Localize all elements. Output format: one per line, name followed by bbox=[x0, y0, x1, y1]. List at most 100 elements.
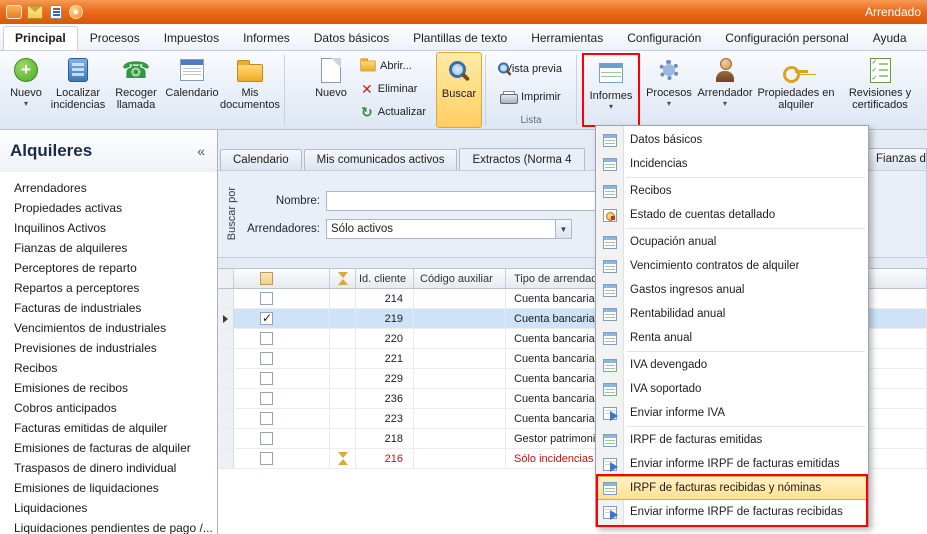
menu-item[interactable]: IRPF de facturas emitidas bbox=[596, 428, 868, 452]
combo-dropdown-button[interactable]: ▼ bbox=[555, 220, 571, 238]
menu-item[interactable]: Rentabilidad anual bbox=[596, 302, 868, 326]
ribbon-tab[interactable]: Principal bbox=[3, 26, 78, 50]
actualizar-button[interactable]: ↻ Actualizar bbox=[358, 103, 432, 121]
mis-documentos-button[interactable]: Mis documentos bbox=[219, 52, 281, 128]
ribbon-tab[interactable]: Plantillas de texto bbox=[401, 26, 519, 50]
menu-item[interactable]: Estado de cuentas detallado bbox=[596, 203, 868, 227]
sidebar-item[interactable]: Fianzas de alquileres bbox=[0, 238, 217, 258]
menu-item[interactable]: Ocupación anual bbox=[596, 230, 868, 254]
select-all-header[interactable] bbox=[234, 269, 330, 288]
localizar-incidencias-button[interactable]: Localizar incidencias bbox=[49, 52, 107, 128]
ribbon-tab[interactable]: Procesos bbox=[78, 26, 152, 50]
menu-item[interactable]: IVA devengado bbox=[596, 353, 868, 377]
sidebar-item[interactable]: Recibos bbox=[0, 358, 217, 378]
row-select-cell[interactable] bbox=[234, 389, 330, 408]
select-all-checkbox[interactable] bbox=[260, 272, 273, 285]
row-select-cell[interactable] bbox=[234, 329, 330, 348]
row-checkbox[interactable] bbox=[260, 412, 273, 425]
document-tab[interactable]: Mis comunicados activos bbox=[304, 149, 458, 170]
menu-item[interactable]: Enviar informe IVA bbox=[596, 401, 868, 425]
sidebar-item[interactable]: Liquidaciones pendientes de pago /... bbox=[0, 518, 217, 534]
sidebar-item[interactable]: Propiedades activas bbox=[0, 198, 217, 218]
row-select-cell[interactable] bbox=[234, 429, 330, 448]
sidebar-item[interactable]: Traspasos de dinero individual bbox=[0, 458, 217, 478]
sidebar-item[interactable]: Emisiones de recibos bbox=[0, 378, 217, 398]
row-checkbox[interactable] bbox=[260, 332, 273, 345]
sidebar-item[interactable]: Emisiones de liquidaciones bbox=[0, 478, 217, 498]
sidebar-item[interactable]: Previsiones de industriales bbox=[0, 338, 217, 358]
menu-item[interactable]: Gastos ingresos anual bbox=[596, 278, 868, 302]
mail-icon[interactable] bbox=[27, 5, 43, 19]
ribbon-tab[interactable]: Herramientas bbox=[519, 26, 615, 50]
menu-item[interactable]: Enviar informe IRPF de facturas recibida… bbox=[596, 500, 868, 524]
sidebar-item[interactable]: Emisiones de facturas de alquiler bbox=[0, 438, 217, 458]
menu-item[interactable]: Incidencias bbox=[596, 152, 868, 176]
menu-item[interactable]: Datos básicos bbox=[596, 128, 868, 152]
ribbon-tab[interactable]: Configuración personal bbox=[713, 26, 860, 50]
ribbon-tab[interactable]: Datos básicos bbox=[302, 26, 401, 50]
informes-button[interactable]: Informes ▾ bbox=[584, 55, 638, 125]
revisiones-certificados-button[interactable]: Revisiones y certificados bbox=[838, 52, 922, 128]
sidebar-item[interactable]: Facturas de industriales bbox=[0, 298, 217, 318]
collapse-chevron-icon[interactable]: « bbox=[197, 143, 205, 159]
sidebar-item[interactable]: Inquilinos Activos bbox=[0, 218, 217, 238]
nuevo-registro-button[interactable]: Nuevo bbox=[308, 52, 354, 128]
row-checkbox[interactable] bbox=[260, 372, 273, 385]
menu-item[interactable]: Recibos bbox=[596, 179, 868, 203]
propiedades-en-alquiler-button[interactable]: Propiedades en alquiler bbox=[754, 52, 838, 128]
menu-item[interactable]: Enviar informe IRPF de facturas emitidas bbox=[596, 452, 868, 476]
ribbon-tab[interactable]: Impuestos bbox=[152, 26, 231, 50]
menu-item[interactable]: IVA soportado bbox=[596, 377, 868, 401]
row-select-cell[interactable] bbox=[234, 309, 330, 328]
document-tab[interactable]: Fianzas de a bbox=[863, 148, 927, 169]
document-tab[interactable]: Extractos (Norma 4 bbox=[459, 148, 584, 170]
app-icon[interactable] bbox=[6, 5, 22, 19]
arrendadores-combobox[interactable]: Sólo activos ▼ bbox=[326, 219, 572, 239]
abrir-button[interactable]: Abrir... bbox=[358, 57, 432, 75]
id-cliente-header[interactable]: Id. cliente bbox=[356, 269, 414, 288]
eliminar-button[interactable]: ✕ Eliminar bbox=[358, 80, 432, 98]
row-indicator-cell bbox=[218, 329, 234, 348]
arrendador-button[interactable]: Arrendador ▾ bbox=[696, 52, 754, 128]
feed-icon[interactable] bbox=[69, 5, 83, 19]
ribbon-tab[interactable]: Informes bbox=[231, 26, 302, 50]
sidebar-item[interactable]: Perceptores de reparto bbox=[0, 258, 217, 278]
row-select-cell[interactable] bbox=[234, 449, 330, 468]
hourglass-column-header[interactable] bbox=[330, 269, 356, 288]
codigo-auxiliar-header[interactable]: Código auxiliar bbox=[414, 269, 506, 288]
row-checkbox[interactable] bbox=[260, 352, 273, 365]
recoger-llamada-button[interactable]: ☎ Recoger llamada bbox=[107, 52, 165, 128]
imprimir-button[interactable]: Imprimir bbox=[497, 88, 565, 106]
buscar-button[interactable]: Buscar bbox=[436, 52, 482, 128]
nuevo-button[interactable]: + Nuevo ▾ bbox=[3, 52, 49, 128]
document-tab[interactable]: Calendario bbox=[220, 149, 302, 170]
preview-icon bbox=[497, 62, 502, 76]
ribbon-tab[interactable]: Configuración bbox=[615, 26, 713, 50]
notes-icon[interactable] bbox=[50, 5, 62, 19]
row-select-cell[interactable] bbox=[234, 369, 330, 388]
row-checkbox[interactable] bbox=[260, 312, 273, 325]
menu-item[interactable]: Renta anual bbox=[596, 326, 868, 350]
sidebar-item[interactable]: Vencimientos de industriales bbox=[0, 318, 217, 338]
row-checkbox[interactable] bbox=[260, 292, 273, 305]
sidebar-item[interactable]: Facturas emitidas de alquiler bbox=[0, 418, 217, 438]
cell-id-cliente: 236 bbox=[356, 389, 414, 408]
row-select-cell[interactable] bbox=[234, 409, 330, 428]
sidebar-item[interactable]: Liquidaciones bbox=[0, 498, 217, 518]
menu-item[interactable]: IRPF de facturas recibidas y nóminas bbox=[596, 476, 868, 500]
ribbon-tab[interactable]: Ayuda bbox=[861, 26, 919, 50]
vista-previa-button[interactable]: Vista previa bbox=[497, 60, 565, 78]
row-select-cell[interactable] bbox=[234, 349, 330, 368]
sidebar-item[interactable]: Repartos a perceptores bbox=[0, 278, 217, 298]
procesos-button[interactable]: Procesos ▾ bbox=[642, 52, 696, 128]
menu-item[interactable]: Vencimiento contratos de alquiler bbox=[596, 254, 868, 278]
calendario-button[interactable]: Calendario bbox=[165, 52, 219, 128]
row-select-cell[interactable] bbox=[234, 289, 330, 308]
row-checkbox[interactable] bbox=[260, 392, 273, 405]
sidebar-item[interactable]: Arrendadores bbox=[0, 178, 217, 198]
row-hourglass-cell bbox=[330, 289, 356, 308]
sidebar: Alquileres « ArrendadoresPropiedades act… bbox=[0, 130, 218, 534]
row-checkbox[interactable] bbox=[260, 432, 273, 445]
sidebar-item[interactable]: Cobros anticipados bbox=[0, 398, 217, 418]
row-checkbox[interactable] bbox=[260, 452, 273, 465]
